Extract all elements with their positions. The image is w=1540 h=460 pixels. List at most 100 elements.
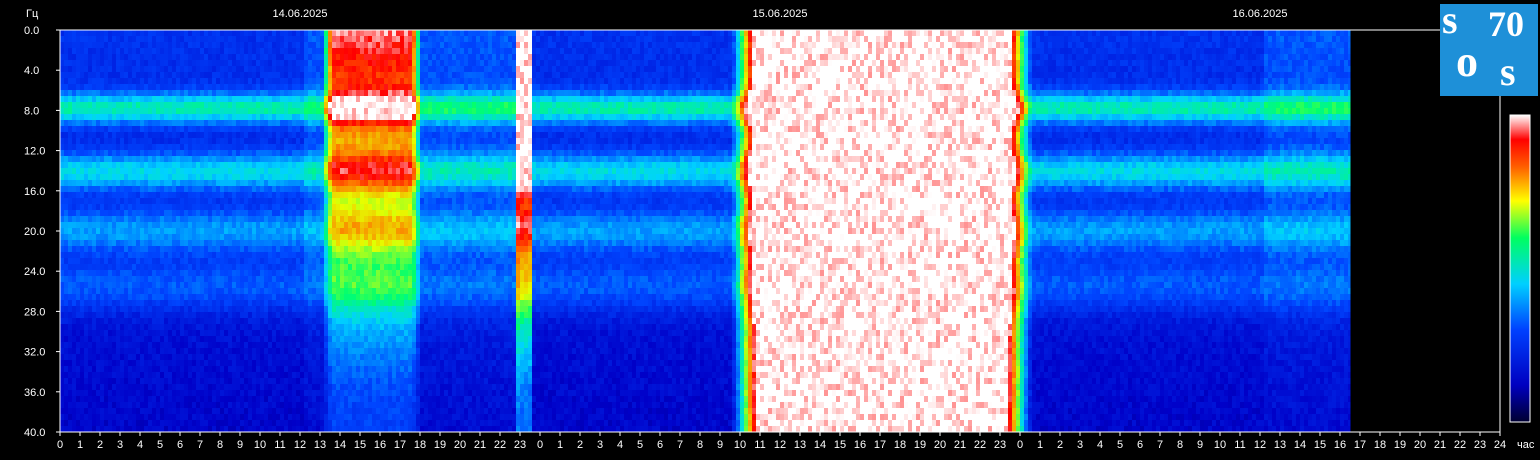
heatmap-cell bbox=[64, 114, 69, 121]
heatmap-cell bbox=[312, 84, 317, 91]
heatmap-cell bbox=[328, 360, 333, 367]
heatmap-cell bbox=[156, 162, 161, 169]
heatmap-cell bbox=[68, 114, 73, 121]
heatmap-cell bbox=[160, 276, 165, 283]
heatmap-cell bbox=[92, 330, 97, 337]
heatmap-cell bbox=[276, 270, 281, 277]
heatmap-cell bbox=[236, 108, 241, 115]
heatmap-cell bbox=[208, 150, 213, 157]
heatmap-cell bbox=[296, 366, 301, 373]
heatmap-cell bbox=[144, 54, 149, 61]
heatmap-cell bbox=[232, 324, 237, 331]
heatmap-cell bbox=[136, 330, 141, 337]
heatmap-cell bbox=[332, 66, 337, 73]
heatmap-cell bbox=[104, 300, 109, 307]
heatmap-cell bbox=[288, 228, 293, 235]
heatmap-cell bbox=[132, 378, 137, 385]
heatmap-cell bbox=[240, 228, 245, 235]
heatmap-cell bbox=[240, 420, 245, 427]
heatmap-cell bbox=[280, 132, 285, 139]
heatmap-cell bbox=[280, 372, 285, 379]
heatmap-cell bbox=[308, 138, 313, 145]
heatmap-cell bbox=[340, 228, 345, 235]
heatmap-cell bbox=[132, 252, 137, 259]
heatmap-cell bbox=[152, 168, 157, 175]
heatmap-cell bbox=[264, 234, 269, 241]
heatmap-cell bbox=[144, 414, 149, 421]
heatmap-cell bbox=[268, 264, 273, 271]
heatmap-cell bbox=[336, 414, 341, 421]
heatmap-cell bbox=[280, 150, 285, 157]
heatmap-cell bbox=[236, 30, 241, 37]
heatmap-cell bbox=[140, 384, 145, 391]
heatmap-area bbox=[60, 30, 1500, 433]
heatmap-cell bbox=[256, 360, 261, 367]
heatmap-cell bbox=[332, 174, 337, 181]
heatmap-cell bbox=[100, 336, 105, 343]
heatmap-cell bbox=[276, 294, 281, 301]
heatmap-cell bbox=[104, 36, 109, 43]
heatmap-cell bbox=[152, 204, 157, 211]
heatmap-cell bbox=[204, 294, 209, 301]
heatmap-cell bbox=[112, 336, 117, 343]
heatmap-cell bbox=[316, 150, 321, 157]
heatmap-cell bbox=[224, 114, 229, 121]
heatmap-cell bbox=[220, 360, 225, 367]
heatmap-cell bbox=[140, 282, 145, 289]
heatmap-cell bbox=[84, 252, 89, 259]
heatmap-cell bbox=[76, 348, 81, 355]
heatmap-cell bbox=[316, 312, 321, 319]
heatmap-cell bbox=[260, 342, 265, 349]
heatmap-cell bbox=[260, 216, 265, 223]
heatmap-cell bbox=[280, 360, 285, 367]
heatmap-cell bbox=[84, 144, 89, 151]
heatmap-cell bbox=[164, 336, 169, 343]
heatmap-cell bbox=[324, 240, 329, 247]
heatmap-cell bbox=[68, 138, 73, 145]
heatmap-cell bbox=[180, 264, 185, 271]
heatmap-cell bbox=[160, 78, 165, 85]
heatmap-cell bbox=[332, 204, 337, 211]
heatmap-cell bbox=[268, 342, 273, 349]
heatmap-cell bbox=[332, 294, 337, 301]
heatmap-cell bbox=[112, 420, 117, 427]
heatmap-cell bbox=[92, 234, 97, 241]
heatmap-cell bbox=[124, 402, 129, 409]
heatmap-cell bbox=[212, 318, 217, 325]
heatmap-cell bbox=[100, 258, 105, 265]
heatmap-cell bbox=[268, 396, 273, 403]
heatmap-cell bbox=[220, 420, 225, 427]
heatmap-cell bbox=[288, 48, 293, 55]
heatmap-cell bbox=[328, 234, 333, 241]
heatmap-cell bbox=[312, 246, 317, 253]
heatmap-cell bbox=[184, 372, 189, 379]
heatmap-cell bbox=[236, 384, 241, 391]
heatmap-cell bbox=[120, 294, 125, 301]
heatmap-cell bbox=[84, 312, 89, 319]
heatmap-cell bbox=[300, 114, 305, 121]
heatmap-cell bbox=[140, 108, 145, 115]
heatmap-cell bbox=[304, 54, 309, 61]
heatmap-cell bbox=[284, 72, 289, 79]
heatmap-cell bbox=[272, 42, 277, 49]
heatmap-cell bbox=[300, 198, 305, 205]
heatmap-cell bbox=[340, 48, 345, 55]
heatmap-cell bbox=[192, 210, 197, 217]
heatmap-cell bbox=[264, 210, 269, 217]
heatmap-cell bbox=[256, 156, 261, 163]
heatmap-cell bbox=[100, 330, 105, 337]
heatmap-cell bbox=[240, 72, 245, 79]
heatmap-cell bbox=[80, 258, 85, 265]
heatmap-cell bbox=[148, 54, 153, 61]
heatmap-cell bbox=[120, 30, 125, 37]
heatmap-cell bbox=[180, 72, 185, 79]
heatmap-cell bbox=[116, 78, 121, 85]
heatmap-cell bbox=[220, 84, 225, 91]
heatmap-cell bbox=[112, 222, 117, 229]
heatmap-cell bbox=[336, 396, 341, 403]
heatmap-cell bbox=[308, 216, 313, 223]
heatmap-cell bbox=[320, 420, 325, 427]
heatmap-cell bbox=[84, 354, 89, 361]
heatmap-cell bbox=[336, 252, 341, 259]
heatmap-cell bbox=[68, 108, 73, 115]
